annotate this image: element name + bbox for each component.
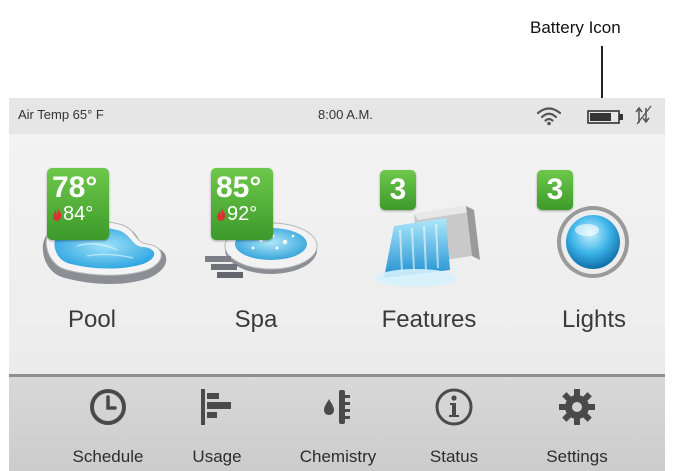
nav-status[interactable]: Status: [399, 377, 509, 471]
lights-count-badge: 3: [537, 170, 573, 210]
lights-count: 3: [546, 173, 564, 206]
nav-chemistry-label: Chemistry: [299, 447, 377, 466]
info-icon: [435, 388, 473, 426]
signal-icon: [635, 105, 653, 128]
flame-icon: [53, 207, 62, 221]
spa-set-temp: 92°: [227, 203, 258, 225]
bar-chart-icon: [201, 389, 231, 425]
clock-icon: [90, 389, 126, 425]
flame-icon: [217, 207, 226, 221]
nav-chemistry[interactable]: Chemistry: [283, 377, 393, 471]
pool-set-temp: 84°: [63, 203, 94, 225]
air-temperature: Air Temp 65° F: [18, 107, 104, 122]
tile-features[interactable]: 3 Features: [354, 134, 504, 374]
nav-usage[interactable]: Usage: [162, 377, 272, 471]
spa-current-temp: 85°: [216, 171, 262, 204]
tile-spa[interactable]: 85° 92° Spa: [181, 134, 331, 374]
battery-icon-callout: Battery Icon: [530, 18, 621, 37]
device-screen: Air Temp 65° F 8:00 A.M. 78° 84° Pool 85…: [9, 98, 665, 471]
nav-schedule[interactable]: Schedule: [53, 377, 163, 471]
bottom-nav: Schedule Usage Chemistry Status Settings: [9, 377, 665, 471]
clock-time: 8:00 A.M.: [318, 107, 373, 122]
nav-schedule-label: Schedule: [72, 447, 144, 466]
spa-label: Spa: [234, 306, 278, 333]
pool-temperature-badge: 78° 84°: [47, 168, 109, 240]
features-count-badge: 3: [380, 170, 416, 210]
battery-icon: [587, 110, 625, 127]
gear-icon: [559, 389, 595, 425]
features-label: Features: [381, 306, 477, 333]
thermometer-drop-icon: [324, 390, 350, 424]
pool-label: Pool: [67, 306, 117, 333]
callout-leader-line: [601, 46, 603, 98]
status-bar: Air Temp 65° F 8:00 A.M.: [9, 98, 665, 134]
waterfall-icon: [376, 206, 480, 287]
lights-label: Lights: [561, 306, 627, 333]
wifi-icon: [536, 106, 562, 129]
features-count: 3: [389, 173, 407, 206]
tile-lights[interactable]: 3 Lights: [519, 134, 665, 374]
spa-temperature-badge: 85° 92°: [211, 168, 273, 240]
pool-current-temp: 78°: [52, 171, 98, 204]
nav-usage-label: Usage: [192, 447, 242, 466]
nav-status-label: Status: [429, 447, 479, 466]
main-panel: 78° 84° Pool 85° 92° Spa 3 Features 3 Li…: [9, 134, 665, 374]
nav-settings-label: Settings: [546, 447, 608, 466]
nav-settings[interactable]: Settings: [522, 377, 632, 471]
tile-pool[interactable]: 78° 84° Pool: [17, 134, 167, 374]
